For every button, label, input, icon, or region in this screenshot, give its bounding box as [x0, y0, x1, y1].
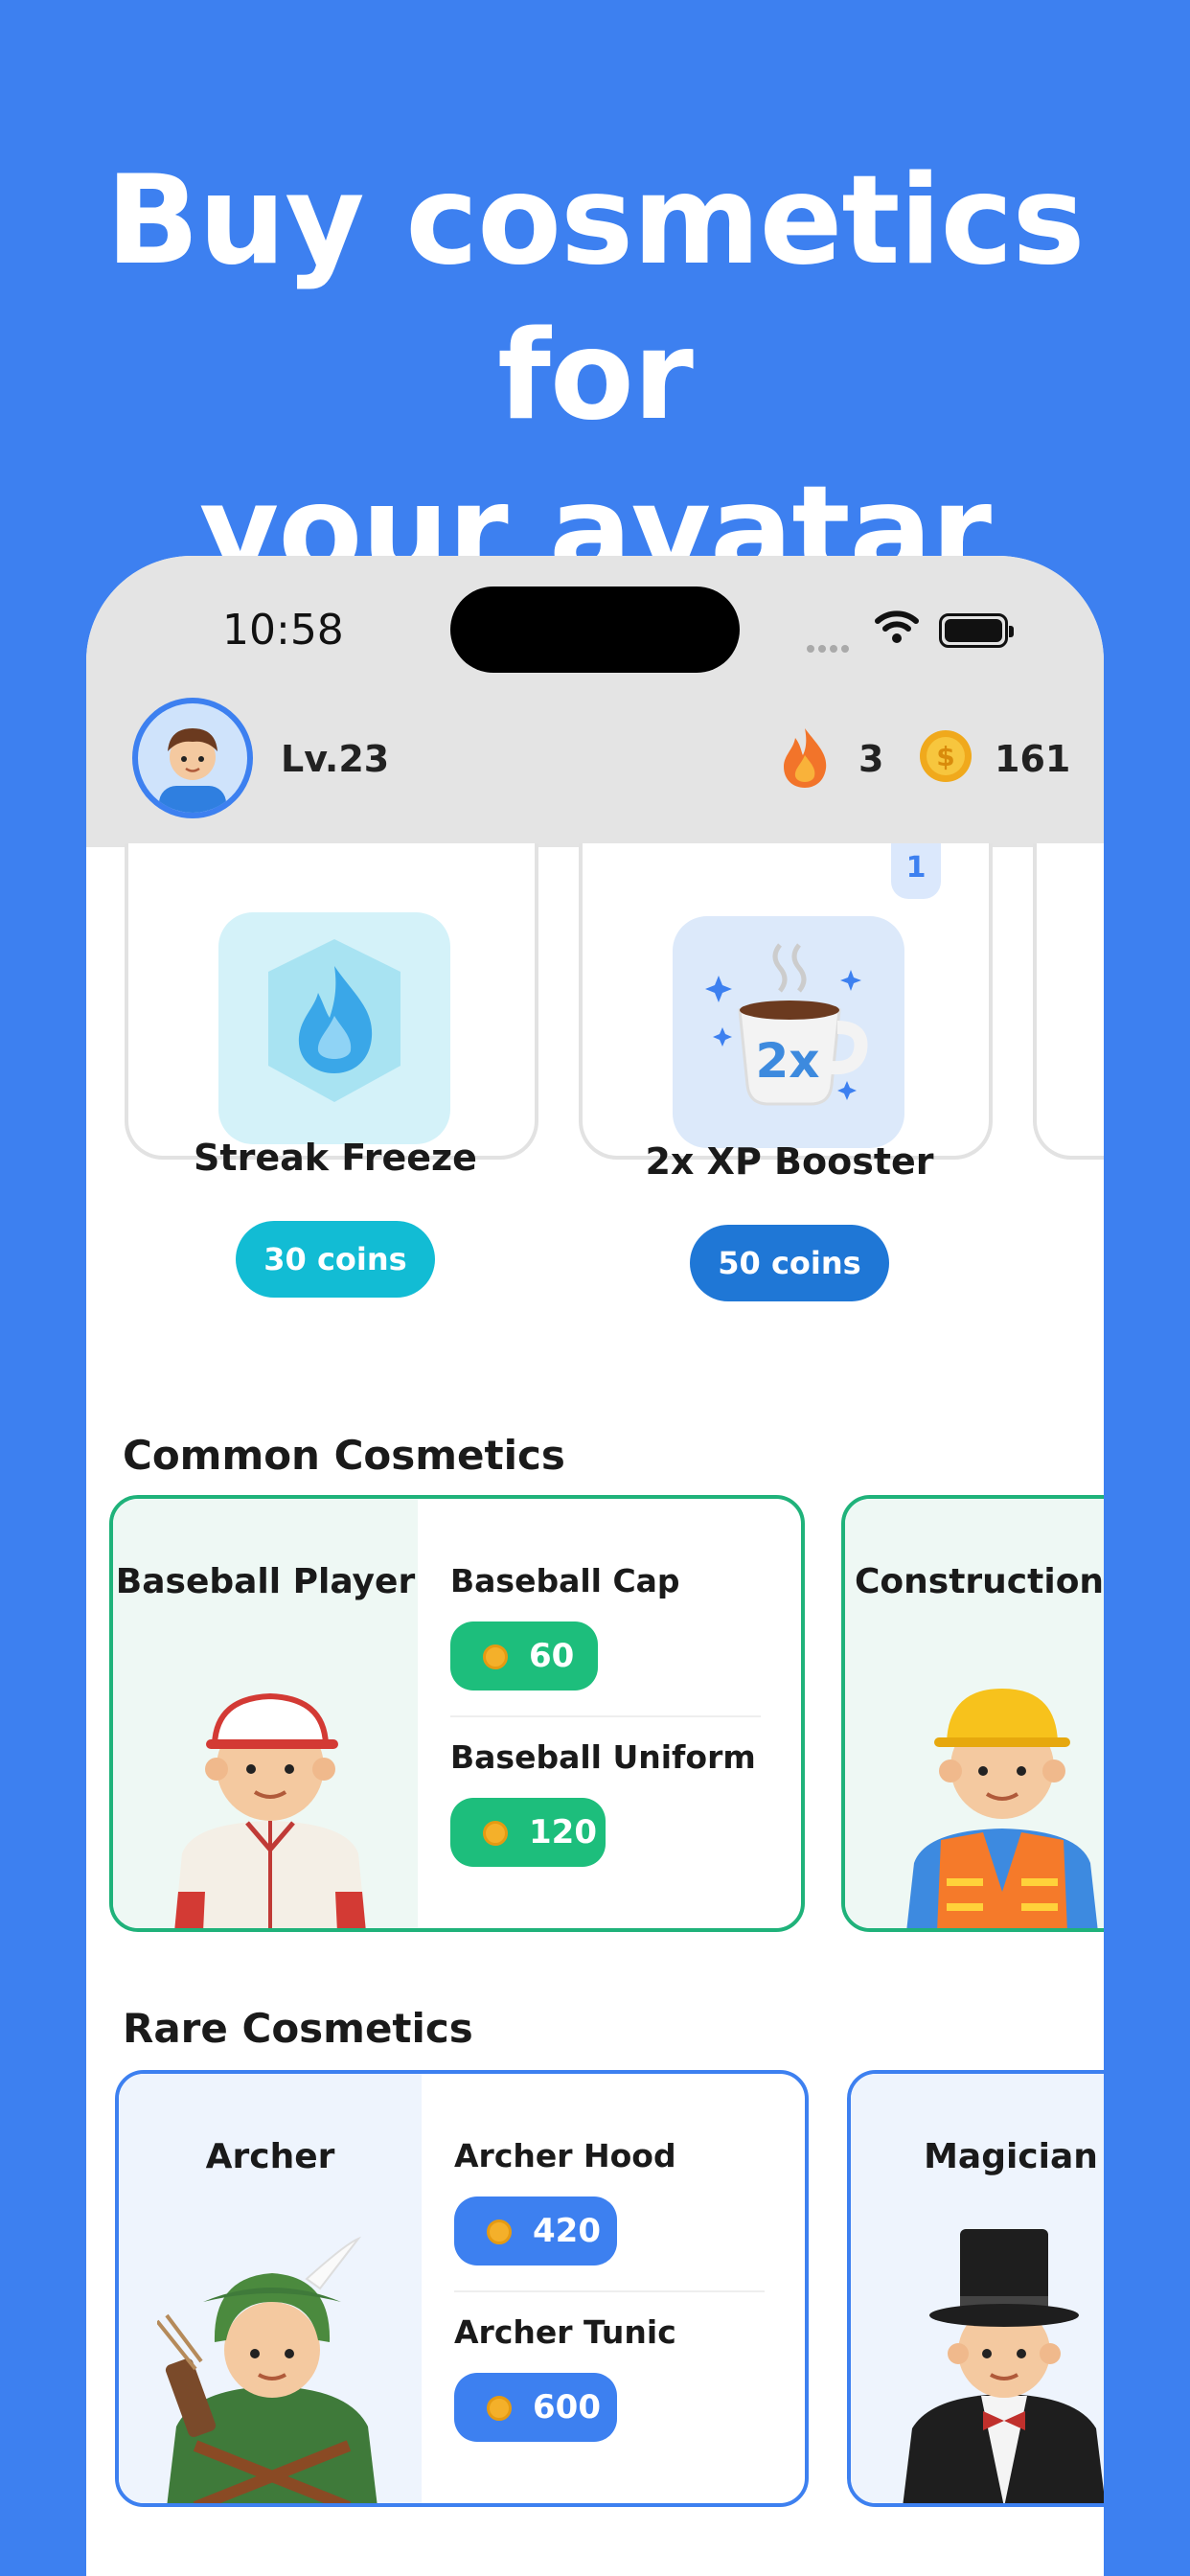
baseball-uniform-name: Baseball Uniform — [450, 1738, 756, 1776]
divider — [450, 1715, 761, 1717]
xp-booster-quantity-badge: 1 — [891, 843, 941, 899]
divider — [454, 2290, 765, 2292]
cosmetic-set-archer[interactable]: Archer Archer Hood 420 Archer Tunic 600 — [115, 2070, 809, 2507]
streak-freeze-title: Streak Freeze — [194, 1137, 477, 1179]
xp-booster-title: 2x XP Booster — [645, 1140, 934, 1183]
fire-icon — [784, 728, 827, 788]
baseball-uniform-buy-button[interactable]: 120 — [450, 1798, 606, 1867]
svg-text:$: $ — [936, 741, 954, 772]
status-time: 10:58 — [222, 606, 344, 655]
coin-count: 161 — [995, 738, 1071, 780]
top-bar: 10:58 Lv.23 3 $ 161 — [86, 556, 1104, 847]
magician-title: Magician — [924, 2137, 1098, 2176]
common-cosmetics-title: Common Cosmetics — [123, 1432, 565, 1479]
wifi-icon — [875, 610, 919, 643]
battery-icon — [939, 613, 1014, 648]
avatar-face-icon — [159, 728, 226, 813]
magician-avatar-icon — [903, 2229, 1104, 2503]
coin-icon — [483, 1644, 508, 1669]
powerup-card-streak-freeze[interactable]: Streak Freeze 30 coins — [125, 843, 538, 1298]
baseball-player-title: Baseball Player — [115, 1562, 416, 1601]
xp-booster-icon-label: 2x — [755, 1033, 819, 1089]
phone-screen: 10:58 Lv.23 3 $ 161 Streak Freeze 30 coi… — [86, 556, 1104, 2576]
signal-icon — [807, 638, 855, 653]
archer-avatar-icon — [157, 2236, 378, 2503]
rare-cosmetics-title: Rare Cosmetics — [123, 2005, 473, 2052]
construction-worker-preview: Construction W — [845, 1499, 1104, 1928]
headline-line-1: Buy cosmetics for — [105, 150, 1086, 448]
baseball-cap-name: Baseball Cap — [450, 1562, 680, 1599]
streak-freeze-buy-button[interactable]: 30 coins — [236, 1221, 435, 1298]
coin-icon — [487, 2220, 512, 2244]
archer-tunic-name: Archer Tunic — [454, 2313, 676, 2351]
headline: Buy cosmetics for your avatar — [0, 144, 1190, 610]
xp-booster-icon: 2x — [673, 916, 904, 1148]
archer-tunic-buy-button[interactable]: 600 — [454, 2373, 617, 2442]
dynamic-island — [450, 586, 740, 673]
archer-tunic-price: 600 — [533, 2388, 601, 2426]
archer-hood-buy-button[interactable]: 420 — [454, 2196, 617, 2266]
magician-preview: Magician — [851, 2074, 1104, 2503]
archer-preview: Archer — [119, 2074, 422, 2503]
construction-worker-avatar-icon — [906, 1689, 1098, 1928]
coin-icon: $ — [920, 730, 972, 782]
avatar[interactable] — [132, 698, 253, 818]
xp-booster-buy-button[interactable]: 50 coins — [690, 1225, 889, 1301]
baseball-cap-price: 60 — [529, 1637, 575, 1675]
baseball-cap-buy-button[interactable]: 60 — [450, 1622, 598, 1690]
coin-icon — [483, 1821, 508, 1846]
baseball-player-avatar-icon — [174, 1692, 366, 1928]
streak-freeze-icon — [218, 912, 450, 1144]
powerup-card-partial[interactable] — [1033, 843, 1104, 1160]
streak-count: 3 — [858, 738, 884, 780]
level-label: Lv.23 — [281, 738, 390, 780]
archer-hood-price: 420 — [533, 2212, 601, 2250]
baseball-player-preview: Baseball Player — [113, 1499, 418, 1928]
baseball-uniform-price: 120 — [529, 1813, 597, 1852]
cosmetic-set-baseball-player[interactable]: Baseball Player Baseball Cap 60 Baseball… — [109, 1495, 805, 1932]
cosmetic-set-magician[interactable]: Magician — [847, 2070, 1104, 2507]
cosmetic-set-construction-worker[interactable]: Construction W — [841, 1495, 1104, 1932]
coin-icon — [487, 2396, 512, 2421]
archer-title: Archer — [205, 2137, 335, 2176]
archer-hood-name: Archer Hood — [454, 2137, 676, 2174]
construction-worker-title: Construction W — [855, 1562, 1104, 1601]
